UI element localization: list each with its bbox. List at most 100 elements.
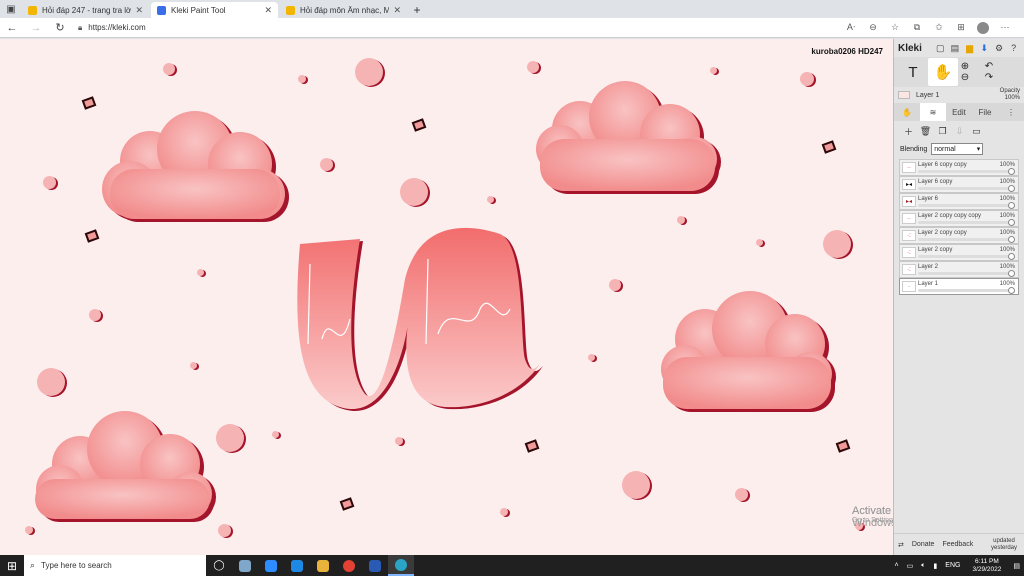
refresh-icon[interactable]: ↻ (48, 21, 72, 34)
app-explorer-icon[interactable] (310, 555, 336, 576)
slider-knob[interactable] (1008, 185, 1015, 192)
layer-item[interactable]: ▸◂ Layer 6 copy 100% (899, 176, 1019, 193)
favorite-star-icon[interactable]: ☆ (884, 22, 906, 33)
text-tool-button[interactable]: T (898, 58, 928, 86)
blending-select[interactable]: normal ▾ (931, 143, 984, 155)
favorites-list-icon[interactable]: ✩ (928, 22, 950, 33)
layer-list: ·· Layer 6 copy copy 100% ▸◂ Layer 6 copy 10… (894, 157, 1024, 295)
layer-opacity-slider[interactable] (918, 287, 1015, 294)
save-icon[interactable]: ▆ (963, 43, 976, 54)
updated-note[interactable]: updated yesterday (983, 538, 1024, 552)
decor-dot (823, 230, 851, 258)
hand-tool-button[interactable]: ✋ (928, 58, 958, 86)
swap-icon[interactable]: ⇄ (894, 541, 908, 549)
app-edge-icon[interactable] (388, 555, 414, 576)
battery-icon[interactable]: ▮ (933, 562, 937, 570)
close-tab-icon[interactable]: ✕ (393, 5, 401, 16)
tab-layers-icon[interactable]: ≋ (920, 103, 946, 121)
url-field[interactable]: 🔒︎ https://kleki.com (78, 23, 840, 33)
drawing-canvas[interactable]: kuroba0206 HD247 Activate Windows (0, 39, 893, 555)
decor-dot (756, 239, 763, 246)
read-aloud-icon[interactable]: Aᐧ (840, 22, 862, 33)
app-zalo-icon[interactable] (284, 555, 310, 576)
tab-actions-icon[interactable]: ▣ (0, 0, 22, 18)
layer-item[interactable]: ·: Layer 2 100% (899, 261, 1019, 278)
clock[interactable]: 6:11 PM 3/29/2022 (968, 558, 1005, 574)
zoom-in-icon[interactable]: ⊕ (961, 61, 969, 72)
layer-options-icon[interactable]: ▭ (968, 126, 985, 137)
tab-file[interactable]: File (972, 103, 998, 121)
layer-item[interactable]: ·: Layer 2 copy copy 100% (899, 227, 1019, 244)
download-icon[interactable]: ⬇ (978, 43, 991, 54)
duplicate-layer-icon[interactable]: ❐ (934, 126, 951, 137)
layer-item[interactable]: ·· Layer 2 copy copy copy 100% (899, 210, 1019, 227)
back-arrow-icon[interactable]: ← (0, 22, 24, 34)
slider-knob[interactable] (1008, 236, 1015, 243)
notification-icon[interactable]: ▤ (1013, 562, 1020, 570)
tab-more-icon[interactable]: ⋮ (998, 103, 1024, 121)
slider-knob[interactable] (1008, 287, 1015, 294)
app-zoom-icon[interactable] (258, 555, 284, 576)
forward-arrow-icon[interactable]: → (24, 22, 48, 34)
new-file-icon[interactable]: ▢ (934, 43, 947, 54)
app-word-icon[interactable] (362, 555, 388, 576)
extensions-icon[interactable]: ⧉ (906, 22, 928, 33)
browser-tab-hoidap[interactable]: Hỏi đáp 247 - trang tra lời ✕ (22, 2, 149, 18)
chevron-down-icon: ▾ (976, 146, 981, 153)
help-icon[interactable]: ? (1007, 43, 1020, 53)
layer-item[interactable]: ▸◂ Layer 6 100% (899, 193, 1019, 210)
layer-opacity-slider[interactable] (918, 202, 1015, 209)
layer-actions: ＋ 🗑︎ ❐ ⇩ ▭ (894, 121, 1024, 141)
open-file-icon[interactable]: ▤ (949, 43, 962, 54)
language-indicator[interactable]: ENG (945, 562, 960, 569)
profile-avatar[interactable] (977, 21, 989, 34)
add-layer-icon[interactable]: ＋ (900, 125, 917, 138)
app-chrome-icon[interactable] (336, 555, 362, 576)
photos-glyph (239, 559, 251, 572)
zoom-icon[interactable]: ⊖ (862, 22, 884, 33)
close-tab-icon[interactable]: ✕ (135, 5, 143, 16)
redo-icon[interactable]: ↷ (985, 72, 993, 83)
volume-icon[interactable]: 🔈︎ (921, 562, 925, 570)
merge-layer-icon[interactable]: ⇩ (951, 126, 968, 137)
settings-gear-icon[interactable]: ⚙ (993, 43, 1006, 54)
delete-layer-icon[interactable]: 🗑︎ (917, 126, 934, 137)
new-tab-button[interactable]: + (409, 2, 425, 18)
undo-icon[interactable]: ↶ (985, 61, 993, 72)
layer-opacity-slider[interactable] (918, 219, 1015, 226)
layer-opacity-slider[interactable] (918, 168, 1015, 175)
collections-icon[interactable]: ⊞ (950, 22, 972, 33)
layer-opacity-slider[interactable] (918, 236, 1015, 243)
slider-knob[interactable] (1008, 202, 1015, 209)
app-photos-icon[interactable] (232, 555, 258, 576)
layer-item[interactable]: ·: Layer 2 copy 100% (899, 244, 1019, 261)
more-menu-icon[interactable]: ⋯ (994, 22, 1016, 33)
slider-knob[interactable] (1008, 219, 1015, 226)
layer-item-selected[interactable]: · Layer 1 100% (899, 278, 1019, 295)
kleki-favicon-icon (157, 5, 166, 15)
zoom-out-icon[interactable]: ⊖ (961, 72, 969, 83)
slider-knob[interactable] (1008, 253, 1015, 260)
layer-opacity-slider[interactable] (918, 270, 1015, 277)
taskbar-search[interactable]: ⌕ Type here to search (24, 555, 206, 576)
color-swatch[interactable] (898, 91, 910, 99)
browser-tab-kleki[interactable]: Kleki Paint Tool ✕ (151, 2, 278, 18)
kleki-header: Kleki ▢ ▤ ▆ ⬇ ⚙ ? (894, 39, 1024, 57)
feedback-link[interactable]: Feedback (938, 541, 977, 548)
chevron-up-icon[interactable]: ˄ (895, 562, 899, 569)
layer-opacity-slider[interactable] (918, 253, 1015, 260)
tab-hand-icon[interactable]: ✋ (894, 103, 920, 121)
slider-knob[interactable] (1008, 168, 1015, 175)
layer-item[interactable]: ·· Layer 6 copy copy 100% (899, 159, 1019, 176)
slider-knob[interactable] (1008, 270, 1015, 277)
network-icon[interactable]: ▭ (907, 562, 914, 570)
layer-opacity-slider[interactable] (918, 185, 1015, 192)
windows-start-icon[interactable]: ⊞ (0, 555, 24, 576)
close-tab-icon[interactable]: ✕ (264, 5, 272, 16)
donate-link[interactable]: Donate (908, 541, 939, 548)
browser-tab-amnhac[interactable]: Hỏi đáp môn Âm nhạc, Mỹ thuật ✕ (280, 2, 407, 18)
decor-dot (527, 61, 539, 73)
task-view-icon[interactable]: ◯ (206, 555, 232, 576)
tab-edit[interactable]: Edit (946, 103, 972, 121)
artist-signature: kuroba0206 HD247 (811, 47, 883, 56)
